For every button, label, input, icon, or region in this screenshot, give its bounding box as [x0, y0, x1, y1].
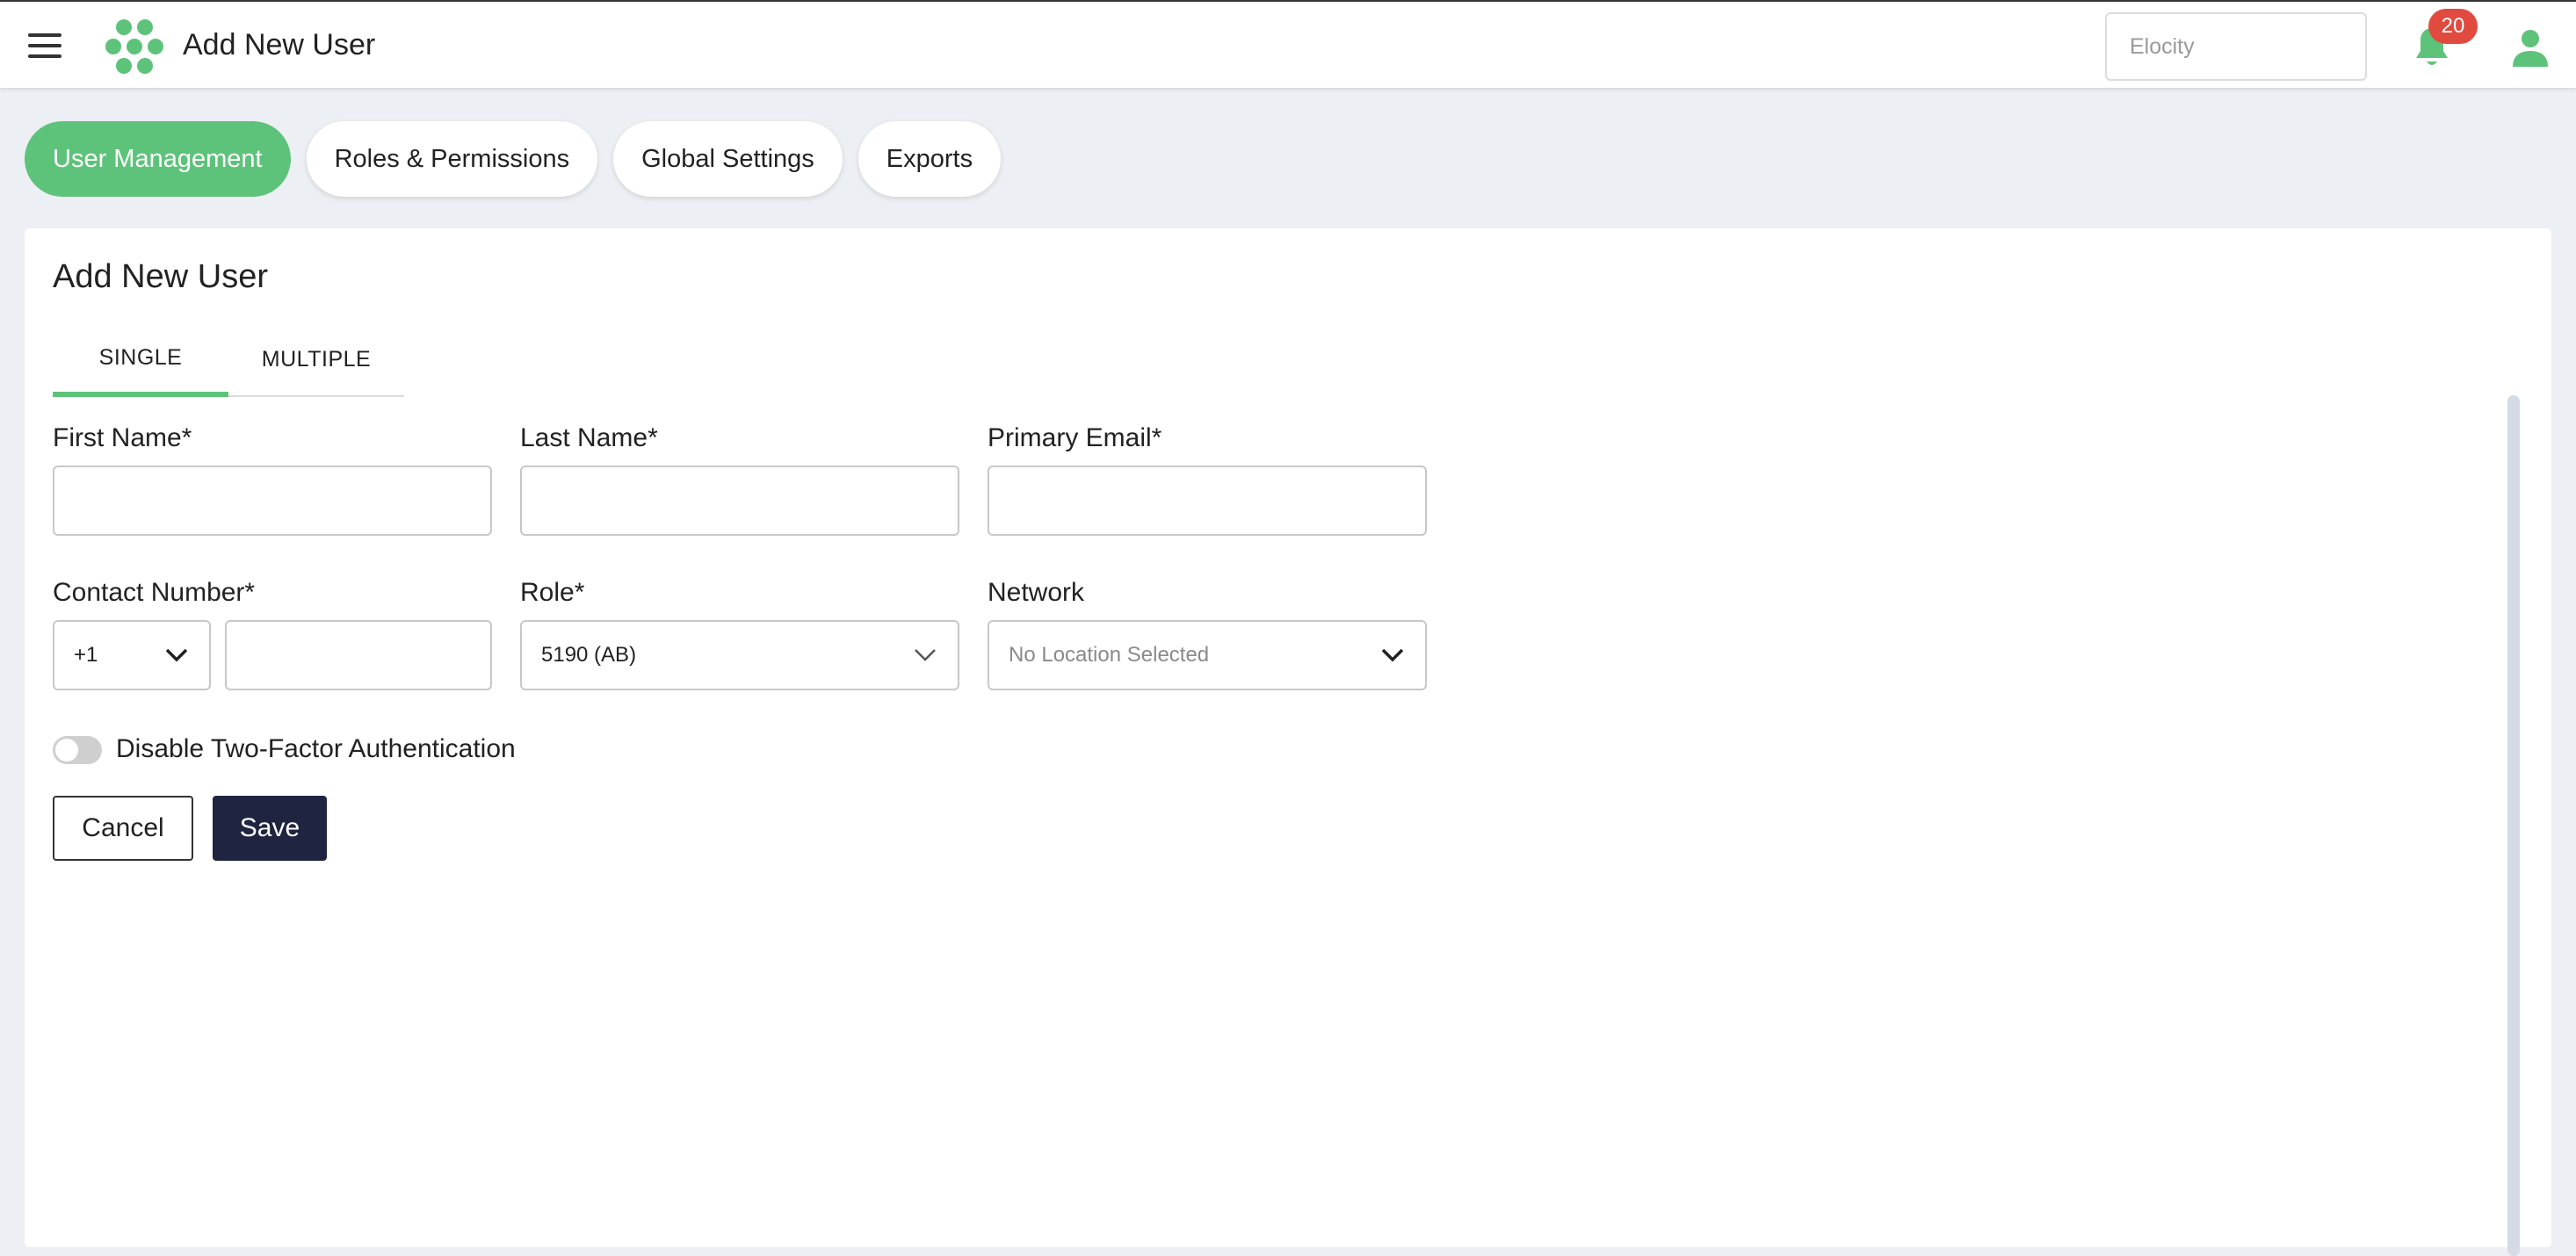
primary-email-label: Primary Email* [988, 423, 1162, 452]
chevron-down-icon [915, 649, 936, 661]
toggle-knob [55, 739, 78, 762]
scrollbar[interactable] [2507, 395, 2520, 1256]
tab-global-settings[interactable]: Global Settings [613, 121, 843, 197]
app-title: Add New User [183, 28, 376, 61]
network-value: No Location Selected [1009, 643, 1210, 667]
two-factor-label: Disable Two-Factor Authentication [116, 734, 516, 763]
network-label: Network [988, 578, 1085, 607]
country-code-value: +1 [74, 643, 98, 667]
organization-input[interactable] [2105, 12, 2367, 81]
contact-number-label: Contact Number* [53, 578, 256, 607]
notification-badge: 20 [2428, 9, 2478, 44]
role-value: 5190 (AB) [541, 643, 637, 667]
entry-mode-tabs: SINGLE MULTIPLE [53, 323, 404, 397]
hamburger-icon[interactable] [28, 33, 62, 58]
tab-user-management[interactable]: User Management [25, 121, 291, 197]
tab-roles-permissions[interactable]: Roles & Permissions [306, 121, 598, 197]
tab-single[interactable]: SINGLE [53, 323, 228, 397]
country-code-select[interactable]: +1 [53, 620, 211, 690]
role-label: Role* [520, 578, 585, 607]
two-factor-toggle[interactable] [53, 736, 102, 764]
first-name-label: First Name* [53, 423, 192, 452]
cancel-button[interactable]: Cancel [53, 796, 193, 861]
first-name-field[interactable] [53, 466, 492, 536]
add-user-card: Add New User SINGLE MULTIPLE First Name*… [25, 228, 2551, 1256]
card-title: Add New User [53, 258, 268, 295]
tab-multiple[interactable]: MULTIPLE [228, 323, 404, 395]
chevron-down-icon [1381, 648, 1404, 662]
logo-icon [105, 19, 163, 74]
top-bar: Add New User 20 [0, 0, 2576, 88]
save-button[interactable]: Save [213, 796, 327, 861]
last-name-label: Last Name* [520, 423, 658, 452]
contact-number-field[interactable] [225, 620, 492, 690]
network-select[interactable]: No Location Selected [988, 620, 1427, 690]
primary-email-field[interactable] [988, 466, 1427, 536]
role-select[interactable]: 5190 (AB) [520, 620, 959, 690]
chevron-down-icon [165, 648, 188, 662]
user-icon[interactable] [2511, 28, 2550, 67]
last-name-field[interactable] [520, 466, 959, 536]
main-tabs: User Management Roles & Permissions Glob… [25, 121, 1002, 197]
tab-exports[interactable]: Exports [857, 121, 1002, 197]
